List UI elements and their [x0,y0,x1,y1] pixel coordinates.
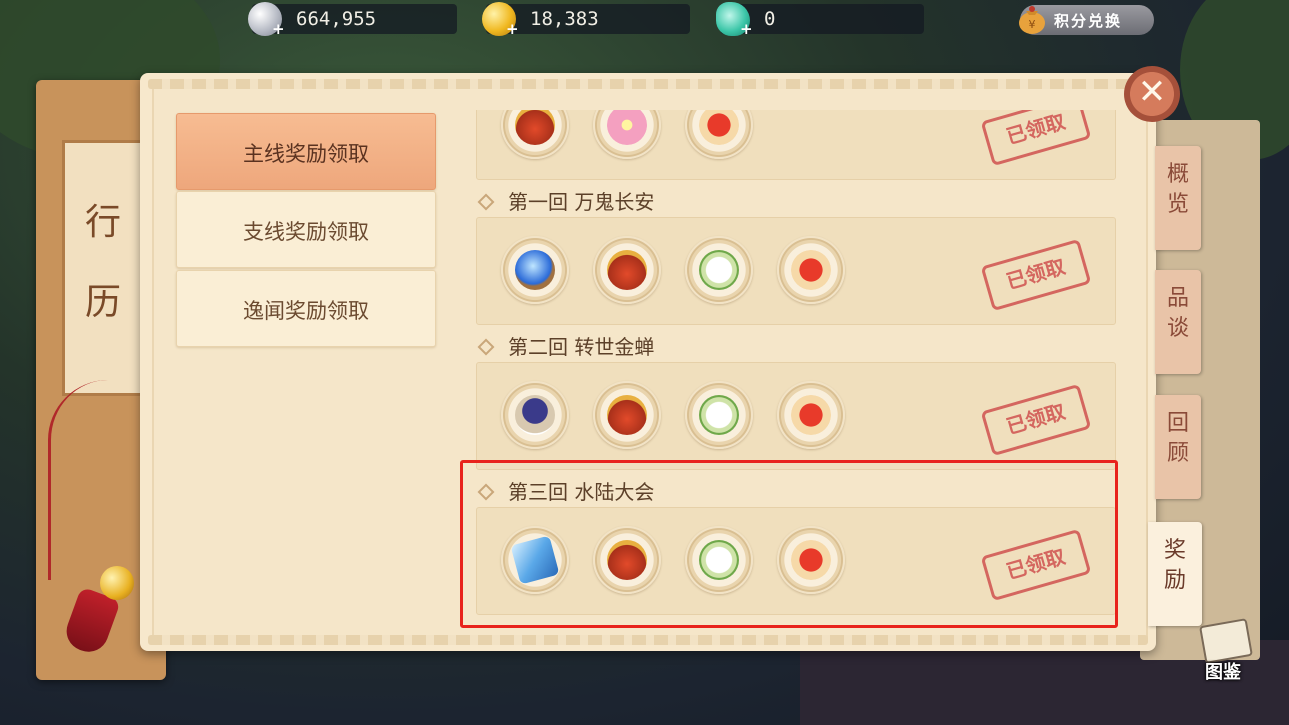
jade-amount: 0 [764,8,776,30]
section-title: 第二回 转世金蝉 [477,331,655,360]
tab-review[interactable]: 回 顾 [1155,395,1201,499]
atlas-button[interactable]: 图鉴 [1194,618,1253,688]
reward-item[interactable] [593,110,661,159]
tab-overview-label: 概 览 [1166,162,1189,217]
silver-amount: 664,955 [296,8,377,30]
reward-row: 已领取 [476,362,1116,470]
journal-book-spine: 行 历 [62,140,144,396]
main-quest-rewards-label: 主线奖励领取 [243,142,369,166]
tassel-bead-icon [100,566,134,600]
book-title-char-1: 行 [84,202,121,243]
tab-commentary-label: 品 谈 [1166,286,1189,341]
lucky-bag-icon [515,110,555,145]
add-gold-icon[interactable]: + [506,20,519,38]
tab-commentary[interactable]: 品 谈 [1155,270,1201,374]
tab-rewards-label: 奖 励 [1163,538,1186,593]
reward-item[interactable] [685,381,753,449]
diamond-bullet-icon [477,193,495,210]
side-quest-rewards-label: 支线奖励领取 [243,220,369,244]
anecdote-rewards-tab[interactable]: 逸闻奖励领取 [176,270,436,347]
side-quest-rewards-tab[interactable]: 支线奖励领取 [176,191,436,268]
flower-icon [607,110,647,145]
points-exchange-label: 积分兑换 [1054,12,1123,30]
close-button[interactable]: ✕ [1124,66,1180,122]
reward-item[interactable] [501,381,569,449]
open-book-icon [1199,618,1253,664]
add-jade-icon[interactable]: + [740,20,753,38]
lucky-bag-icon [607,395,647,435]
reward-item[interactable] [777,236,845,304]
chapter-title-1: 第一回 万鬼长安 [508,190,655,214]
gold-amount: 18,383 [530,8,599,30]
anecdote-rewards-label: 逸闻奖励领取 [243,299,369,323]
red-soup-bowl-icon [791,395,831,435]
reward-item[interactable] [685,110,753,159]
crystal-orb-icon [515,250,555,290]
red-soup-bowl-icon [791,250,831,290]
reward-item[interactable] [501,236,569,304]
points-exchange-button[interactable]: ¥ 积分兑换 [1019,5,1154,35]
tassel-cord [48,380,121,580]
tab-overview[interactable]: 概 览 [1155,146,1201,250]
reward-item[interactable] [593,381,661,449]
jade-currency[interactable]: + 0 [716,2,924,38]
red-soup-bowl-icon [699,110,739,145]
reward-item[interactable] [501,110,569,159]
svg-text:¥: ¥ [1029,18,1036,31]
silver-currency[interactable]: + 664,955 [248,2,457,38]
diamond-bullet-icon [477,338,495,355]
claimed-stamp: 已领取 [980,110,1092,167]
white-lily-icon [699,250,739,290]
highlight-box [460,460,1118,628]
tab-review-label: 回 顾 [1166,411,1189,466]
reward-row: 已领取 [476,110,1116,180]
lucky-bag-icon [607,250,647,290]
book-title-char-2: 历 [84,282,121,323]
section-title: 第一回 万鬼长安 [477,186,655,215]
currency-bar: + 664,955 + 18,383 + 0 ¥ 积分兑换 [0,0,1289,40]
main-quest-rewards-tab[interactable]: 主线奖励领取 [176,113,436,190]
money-bag-icon: ¥ [1019,6,1045,34]
reward-row: 已领取 [476,217,1116,325]
tab-rewards[interactable]: 奖 励 [1148,522,1202,626]
reward-item[interactable] [685,236,753,304]
add-silver-icon[interactable]: + [272,20,285,38]
claimed-stamp: 已领取 [980,383,1092,457]
reward-item[interactable] [777,381,845,449]
panel-bottom-border [148,635,1148,645]
close-icon: ✕ [1137,72,1167,112]
panel-top-border [148,79,1148,89]
chapter-title-2: 第二回 转世金蝉 [508,335,655,359]
purple-bowl-icon [515,395,555,435]
reward-item[interactable] [593,236,661,304]
atlas-label: 图鉴 [1205,662,1241,683]
gold-currency[interactable]: + 18,383 [482,2,690,38]
white-lily-icon [699,395,739,435]
claimed-stamp: 已领取 [980,238,1092,312]
